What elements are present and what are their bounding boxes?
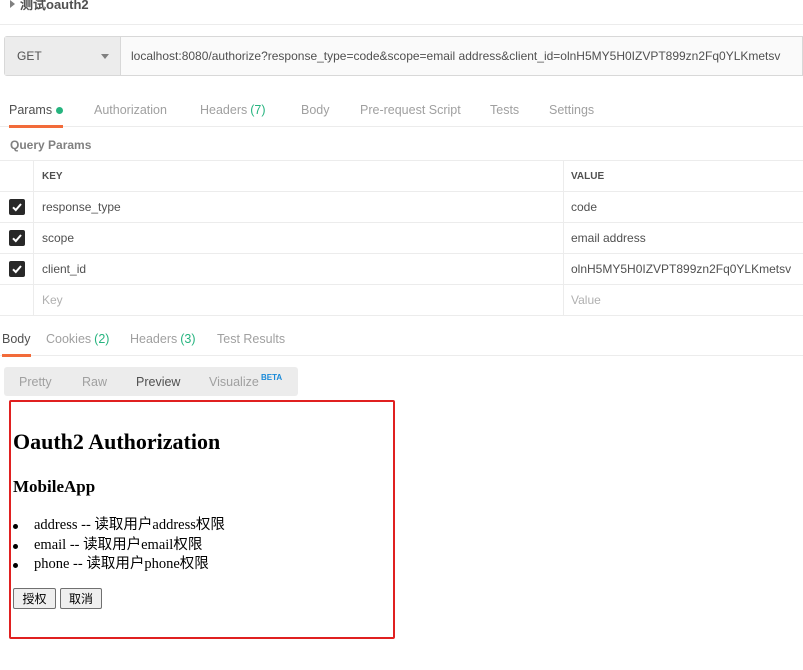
- param-key[interactable]: response_type: [34, 192, 564, 222]
- view-preview[interactable]: Preview: [136, 375, 180, 389]
- list-item: phone -- 读取用户phone权限: [13, 555, 225, 575]
- url-bar: GET: [4, 36, 803, 76]
- table-row-new: Key Value: [0, 285, 803, 316]
- tab-tests[interactable]: Tests: [490, 94, 519, 126]
- tab-settings-label: Settings: [549, 103, 595, 117]
- authorize-button[interactable]: 授权: [13, 588, 56, 609]
- column-header-value: VALUE: [571, 170, 605, 182]
- table-row: scope email address: [0, 223, 803, 254]
- param-value[interactable]: email address: [564, 223, 803, 253]
- row-check-cell: [0, 223, 34, 253]
- tab-settings[interactable]: Settings: [549, 94, 594, 126]
- divider: [0, 24, 803, 25]
- row-check-cell: [0, 285, 34, 315]
- checkmark-icon: [11, 234, 22, 243]
- table-header-row: KEY VALUE: [0, 161, 803, 192]
- view-raw[interactable]: Raw: [82, 375, 107, 389]
- chevron-down-icon: [101, 53, 109, 59]
- tab-headers-label: Headers: [200, 103, 248, 117]
- tab-cookies-label: Cookies: [46, 331, 92, 346]
- request-name: 测试oauth2: [20, 0, 89, 12]
- new-key-input[interactable]: Key: [34, 285, 564, 315]
- view-mode-selector: Pretty Raw Preview Visualize BETA: [4, 367, 298, 396]
- param-key[interactable]: client_id: [34, 254, 564, 284]
- row-check-cell: [0, 192, 34, 222]
- checkmark-icon: [11, 203, 22, 212]
- response-tabs: Body Cookies (2) Headers (3) Test Result…: [0, 322, 803, 357]
- params-active-dot: [56, 106, 64, 114]
- checkbox[interactable]: [8, 261, 25, 277]
- cancel-button[interactable]: 取消: [60, 588, 102, 609]
- method-select[interactable]: GET: [5, 37, 121, 75]
- tab-authorization[interactable]: Authorization: [94, 94, 167, 126]
- tab-test-results[interactable]: Test Results: [217, 322, 285, 355]
- param-value[interactable]: olnH5MY5H0IZVPT899zn2Fq0YLKmetsv: [564, 254, 803, 284]
- view-visualize[interactable]: Visualize: [209, 375, 259, 389]
- view-pretty[interactable]: Pretty: [19, 375, 52, 389]
- response-preview: Oauth2 Authorization MobileApp address -…: [9, 400, 395, 639]
- tab-response-body[interactable]: Body: [2, 322, 31, 357]
- new-value-input[interactable]: Value: [564, 285, 803, 315]
- tab-pre-request-script-label: Pre-request Script: [360, 103, 461, 117]
- tab-pre-request-script[interactable]: Pre-request Script: [360, 94, 461, 126]
- request-tabs: Params Authorization Headers (7) Body Pr…: [0, 94, 803, 128]
- checkmark-icon: [11, 265, 22, 274]
- list-item: address -- 读取用户address权限: [13, 516, 225, 536]
- query-params-heading: Query Params: [10, 138, 92, 152]
- tab-headers[interactable]: Headers (7): [200, 94, 266, 126]
- preview-app-name: MobileApp: [13, 477, 96, 496]
- tab-cookies-count: (2): [94, 331, 110, 346]
- checkbox[interactable]: [8, 199, 25, 215]
- tab-test-results-label: Test Results: [217, 331, 286, 346]
- tab-cookies[interactable]: Cookies (2): [46, 322, 109, 355]
- tab-response-headers[interactable]: Headers (3): [130, 322, 196, 355]
- url-input[interactable]: [121, 37, 802, 75]
- tab-response-body-label: Body: [2, 331, 31, 346]
- list-item: email -- 读取用户email权限: [13, 536, 225, 556]
- tab-tests-label: Tests: [490, 103, 520, 117]
- request-name-row[interactable]: 测试oauth2: [0, 0, 803, 14]
- param-key[interactable]: scope: [34, 223, 564, 253]
- preview-title: Oauth2 Authorization: [13, 429, 221, 454]
- table-row: response_type code: [0, 192, 803, 223]
- beta-badge: BETA: [261, 373, 283, 382]
- scope-list: address -- 读取用户address权限 email -- 读取用户em…: [13, 516, 225, 575]
- column-header-key: KEY: [34, 161, 564, 191]
- tab-params[interactable]: Params: [9, 94, 64, 128]
- tab-response-headers-label: Headers: [130, 331, 178, 346]
- collapse-triangle-icon[interactable]: [10, 0, 15, 8]
- header-check-cell: [0, 161, 34, 191]
- tab-authorization-label: Authorization: [94, 103, 167, 117]
- tab-body[interactable]: Body: [301, 94, 330, 126]
- param-value[interactable]: code: [564, 192, 803, 222]
- checkbox[interactable]: [8, 230, 25, 246]
- row-check-cell: [0, 254, 34, 284]
- table-row: client_id olnH5MY5H0IZVPT899zn2Fq0YLKmet…: [0, 254, 803, 285]
- tab-headers-count: (7): [250, 103, 266, 117]
- tab-body-label: Body: [301, 103, 330, 117]
- query-params-table: KEY VALUE response_type code scope email…: [0, 160, 803, 316]
- tab-response-headers-count: (3): [180, 331, 196, 346]
- tab-params-label: Params: [9, 103, 53, 117]
- method-label: GET: [17, 49, 42, 63]
